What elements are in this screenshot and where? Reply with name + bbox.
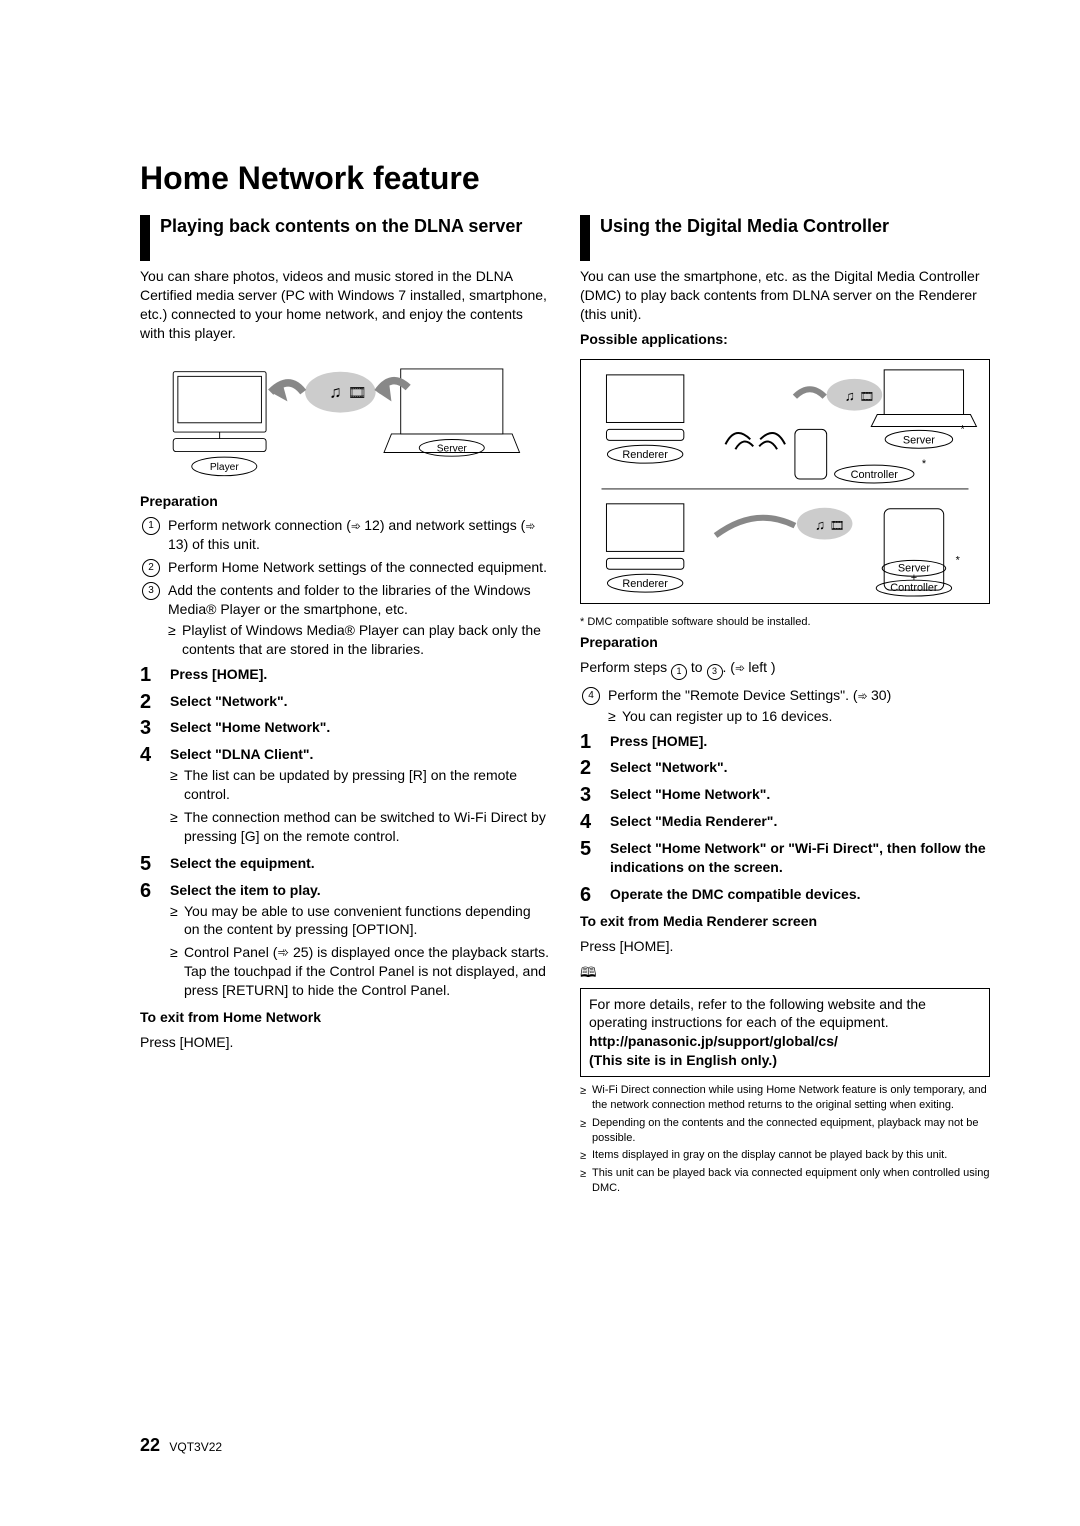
left-heading-text: Playing back contents on the DLNA server — [160, 215, 522, 238]
svg-text:*: * — [961, 423, 966, 435]
small-notes-list: Wi-Fi Direct connection while using Home… — [580, 1083, 990, 1196]
rstep-3: 3Select "Home Network". — [580, 785, 990, 804]
left-prep-list: 1 Perform network connection (12) and ne… — [140, 516, 550, 658]
rstep-1: 1Press [HOME]. — [580, 732, 990, 751]
music-icon-3: ♫ — [815, 516, 825, 532]
note-icon: 🕮 — [580, 962, 990, 986]
circled-4: 4 — [582, 687, 600, 705]
prep3-sub: Playlist of Windows Media® Player can pl… — [168, 621, 550, 659]
note-box: For more details, refer to the following… — [580, 988, 990, 1078]
note-url-caption: (This site is in English only.) — [589, 1052, 777, 1068]
right-prep-intro: Perform steps 1 to 3. (left ) — [580, 658, 990, 680]
rstep-5: 5Select "Home Network" or "Wi-Fi Direct"… — [580, 839, 990, 877]
step-6: 6Select the item to play. You may be abl… — [140, 881, 550, 1000]
label-server: Server — [437, 443, 468, 454]
prep4-sub: You can register up to 16 devices. — [608, 707, 990, 726]
svg-text:*: * — [922, 458, 927, 470]
label-player: Player — [210, 462, 240, 473]
inline-circled-1: 1 — [671, 664, 687, 680]
prep3-sub-1: Playlist of Windows Media® Player can pl… — [168, 621, 550, 659]
step-2: 2Select "Network". — [140, 692, 550, 711]
page-footer: 22 VQT3V22 — [140, 1435, 222, 1456]
step-4: 4Select "DLNA Client". The list can be u… — [140, 745, 550, 845]
inline-circled-3: 3 — [707, 664, 723, 680]
left-column: Playing back contents on the DLNA server… — [140, 215, 550, 1199]
small-note-2: Depending on the contents and the connec… — [580, 1116, 990, 1146]
left-steps: 1Press [HOME]. 2Select "Network". 3Selec… — [140, 665, 550, 1000]
circled-2: 2 — [142, 559, 160, 577]
step4-sub1: The list can be updated by pressing [R] … — [170, 766, 550, 804]
right-exit-text: Press [HOME]. — [580, 937, 990, 956]
svg-text:Server: Server — [903, 434, 935, 446]
left-exit-text: Press [HOME]. — [140, 1033, 550, 1052]
right-prep-list: 4 Perform the "Remote Device Settings". … — [580, 686, 990, 726]
note-text: For more details, refer to the following… — [589, 996, 926, 1031]
heading-bar — [140, 215, 150, 261]
circled-1: 1 — [142, 517, 160, 535]
small-note-4: This unit can be played back via connect… — [580, 1166, 990, 1196]
diag-footnote: * DMC compatible software should be inst… — [580, 615, 990, 629]
right-section-heading: Using the Digital Media Controller — [580, 215, 990, 261]
music-icon-2: ♫ — [845, 387, 855, 403]
dlna-diagram: Player Server ♫ 🎞 — [140, 355, 550, 485]
doc-code: VQT3V22 — [169, 1440, 222, 1454]
heading-bar-right — [580, 215, 590, 261]
left-exit-label: To exit from Home Network — [140, 1008, 550, 1027]
circled-3: 3 — [142, 582, 160, 600]
xref-30: 30 — [858, 687, 887, 703]
small-note-1: Wi-Fi Direct connection while using Home… — [580, 1083, 990, 1113]
right-steps: 1Press [HOME]. 2Select "Network". 3Selec… — [580, 732, 990, 904]
step-5: 5Select the equipment. — [140, 854, 550, 873]
prep-item-2: 2 Perform Home Network settings of the c… — [140, 558, 550, 577]
step-3: 3Select "Home Network". — [140, 718, 550, 737]
step6-sub1: You may be able to use convenient functi… — [170, 902, 550, 940]
step4-sub2: The connection method can be switched to… — [170, 808, 550, 846]
music-icon: ♫ — [329, 382, 342, 401]
prep-item-3: 3 Add the contents and folder to the lib… — [140, 581, 550, 659]
svg-text:Controller: Controller — [851, 469, 899, 481]
rstep-4: 4Select "Media Renderer". — [580, 812, 990, 831]
svg-text:*: * — [956, 554, 961, 566]
svg-text:Renderer: Renderer — [622, 449, 668, 461]
rstep-2: 2Select "Network". — [580, 758, 990, 777]
left-intro: You can share photos, videos and music s… — [140, 267, 550, 343]
page-number: 22 — [140, 1435, 160, 1455]
right-prep-label: Preparation — [580, 633, 990, 652]
dmc-diagram: Renderer Controller * Server * ♫ — [580, 359, 990, 604]
step-1: 1Press [HOME]. — [140, 665, 550, 684]
page: Home Network feature Playing back conten… — [0, 0, 1080, 1526]
rstep-6: 6Operate the DMC compatible devices. — [580, 885, 990, 904]
right-exit-label: To exit from Media Renderer screen — [580, 912, 990, 931]
right-intro: You can use the smartphone, etc. as the … — [580, 267, 990, 324]
prep-item-1: 1 Perform network connection (12) and ne… — [140, 516, 550, 554]
page-title: Home Network feature — [140, 160, 990, 197]
svg-text:Controller: Controller — [890, 582, 938, 594]
apps-label: Possible applications: — [580, 330, 990, 349]
small-note-3: Items displayed in gray on the display c… — [580, 1148, 990, 1163]
two-column-layout: Playing back contents on the DLNA server… — [140, 215, 990, 1199]
left-prep-label: Preparation — [140, 492, 550, 511]
right-heading-text: Using the Digital Media Controller — [600, 215, 889, 238]
left-section-heading: Playing back contents on the DLNA server — [140, 215, 550, 261]
prep-item-4: 4 Perform the "Remote Device Settings". … — [580, 686, 990, 726]
xref-12: 12 — [351, 517, 380, 533]
svg-text:Renderer: Renderer — [622, 578, 668, 590]
right-column: Using the Digital Media Controller You c… — [580, 215, 990, 1199]
video-icon: 🎞 — [348, 385, 367, 401]
video-icon-2: 🎞 — [859, 389, 874, 403]
step6-sub2: Control Panel (➾ 25) is displayed once t… — [170, 943, 550, 1000]
video-icon-3: 🎞 — [830, 518, 845, 532]
xref-left — [735, 659, 748, 675]
note-url: http://panasonic.jp/support/global/cs/ — [589, 1033, 838, 1049]
